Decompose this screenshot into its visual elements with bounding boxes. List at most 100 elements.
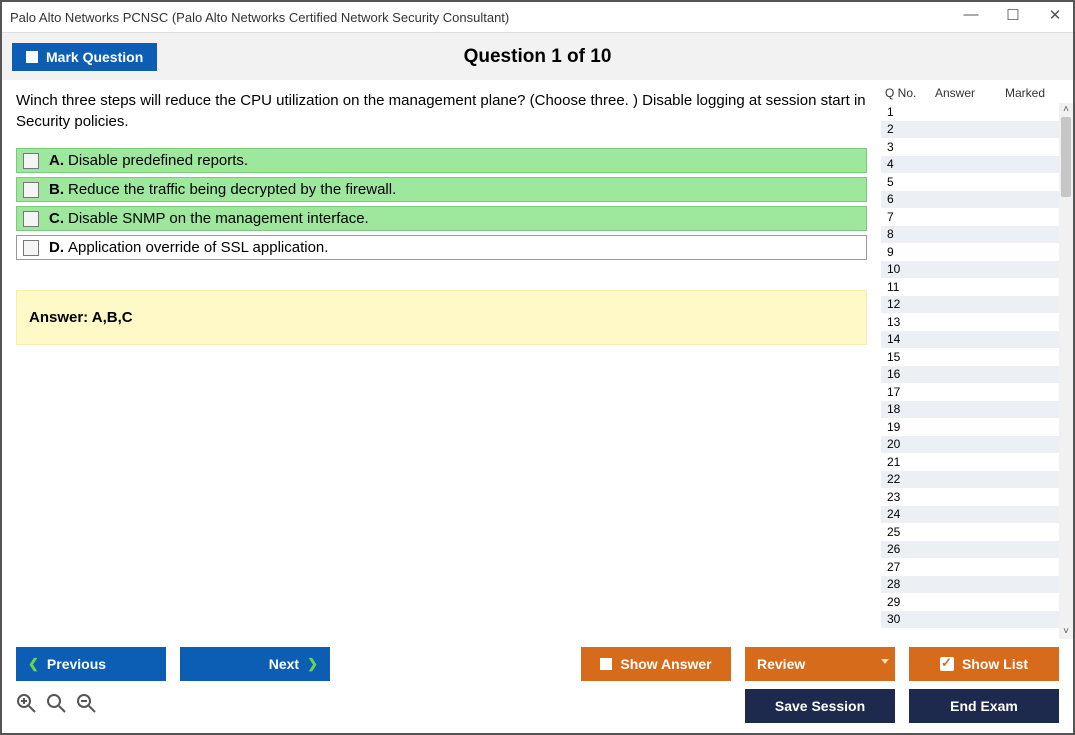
review-label: Review [757, 656, 805, 672]
qlist-row[interactable]: 2 [881, 121, 1059, 139]
zoom-controls [16, 693, 96, 719]
end-exam-button[interactable]: End Exam [909, 689, 1059, 723]
option-key: D. [49, 239, 64, 256]
mark-question-label: Mark Question [46, 49, 143, 65]
qlist-row[interactable]: 30 [881, 611, 1059, 629]
checkbox-icon[interactable] [23, 182, 39, 198]
footer: ❮ Previous Next ❯ Show Answer Review Sho… [2, 639, 1073, 733]
qlist-row[interactable]: 22 [881, 471, 1059, 489]
scroll-down-icon[interactable]: ˅ [1059, 625, 1073, 639]
window-controls: — ☐ ✕ [959, 6, 1067, 24]
qlist-row[interactable]: 11 [881, 278, 1059, 296]
window-title: Palo Alto Networks PCNSC (Palo Alto Netw… [10, 10, 509, 25]
sidebar-header: Q No. Answer Marked [881, 80, 1073, 103]
next-button[interactable]: Next ❯ [180, 647, 330, 681]
square-icon [26, 51, 38, 63]
checkbox-icon[interactable] [23, 211, 39, 227]
answer-box: Answer: A,B,C [16, 290, 867, 345]
app-window: Palo Alto Networks PCNSC (Palo Alto Netw… [0, 0, 1075, 735]
qlist-row[interactable]: 24 [881, 506, 1059, 524]
previous-label: Previous [47, 656, 106, 672]
qlist-row[interactable]: 8 [881, 226, 1059, 244]
qlist-row[interactable]: 20 [881, 436, 1059, 454]
sidebar-list: 1234567891011121314151617181920212223242… [881, 103, 1073, 639]
scroll-up-icon[interactable]: ˄ [1059, 103, 1073, 117]
chevron-right-icon: ❯ [307, 656, 318, 672]
col-marked: Marked [1005, 86, 1069, 100]
show-list-button[interactable]: Show List [909, 647, 1059, 681]
titlebar: Palo Alto Networks PCNSC (Palo Alto Netw… [2, 2, 1073, 32]
option-C[interactable]: C.Disable SNMP on the management interfa… [16, 206, 867, 231]
qlist-row[interactable]: 28 [881, 576, 1059, 594]
scroll-thumb[interactable] [1061, 117, 1071, 197]
col-qno: Q No. [885, 86, 935, 100]
previous-button[interactable]: ❮ Previous [16, 647, 166, 681]
option-B[interactable]: B.Reduce the traffic being decrypted by … [16, 177, 867, 202]
save-session-label: Save Session [775, 698, 865, 714]
qlist-row[interactable]: 26 [881, 541, 1059, 559]
qlist-row[interactable]: 21 [881, 453, 1059, 471]
options-list: A.Disable predefined reports.B.Reduce th… [16, 148, 867, 260]
col-answer: Answer [935, 86, 1005, 100]
qlist-row[interactable]: 15 [881, 348, 1059, 366]
show-answer-label: Show Answer [620, 656, 711, 672]
square-icon [600, 658, 612, 670]
qlist-row[interactable]: 14 [881, 331, 1059, 349]
show-list-label: Show List [962, 656, 1028, 672]
end-exam-label: End Exam [950, 698, 1018, 714]
qlist-row[interactable]: 12 [881, 296, 1059, 314]
qlist-row[interactable]: 9 [881, 243, 1059, 261]
chevron-down-icon [881, 659, 889, 664]
option-text: Disable SNMP on the management interface… [68, 210, 369, 227]
option-text: Reduce the traffic being decrypted by th… [68, 181, 396, 198]
qlist-row[interactable]: 29 [881, 593, 1059, 611]
question-counter: Question 1 of 10 [464, 46, 612, 68]
review-button[interactable]: Review [745, 647, 895, 681]
maximize-icon[interactable]: ☐ [1001, 6, 1025, 24]
qlist-row[interactable]: 13 [881, 313, 1059, 331]
question-panel: Winch three steps will reduce the CPU ut… [2, 80, 881, 639]
qlist-row[interactable]: 7 [881, 208, 1059, 226]
scrollbar[interactable]: ˄ ˅ [1059, 103, 1073, 639]
show-answer-button[interactable]: Show Answer [581, 647, 731, 681]
qlist-row[interactable]: 18 [881, 401, 1059, 419]
option-text: Application override of SSL application. [68, 239, 328, 256]
save-session-button[interactable]: Save Session [745, 689, 895, 723]
option-key: B. [49, 181, 64, 198]
next-label: Next [269, 656, 299, 672]
chevron-left-icon: ❮ [28, 656, 39, 672]
option-key: A. [49, 152, 64, 169]
option-A[interactable]: A.Disable predefined reports. [16, 148, 867, 173]
qlist-row[interactable]: 16 [881, 366, 1059, 384]
qlist-row[interactable]: 19 [881, 418, 1059, 436]
header-strip: Mark Question Question 1 of 10 [2, 32, 1073, 80]
qlist-row[interactable]: 25 [881, 523, 1059, 541]
check-icon [940, 657, 954, 671]
qlist-row[interactable]: 5 [881, 173, 1059, 191]
option-key: C. [49, 210, 64, 227]
question-text: Winch three steps will reduce the CPU ut… [16, 90, 867, 132]
qlist-row[interactable]: 27 [881, 558, 1059, 576]
footer-row-2: Save Session End Exam [16, 689, 1059, 723]
checkbox-icon[interactable] [23, 240, 39, 256]
option-D[interactable]: D.Application override of SSL applicatio… [16, 235, 867, 260]
qlist-row[interactable]: 10 [881, 261, 1059, 279]
qlist-row[interactable]: 1 [881, 103, 1059, 121]
answer-label: Answer: A,B,C [29, 309, 133, 326]
qlist-row[interactable]: 3 [881, 138, 1059, 156]
minimize-icon[interactable]: — [959, 6, 983, 24]
zoom-in-icon[interactable] [16, 693, 36, 719]
zoom-reset-icon[interactable] [46, 693, 66, 719]
qlist-row[interactable]: 4 [881, 156, 1059, 174]
close-icon[interactable]: ✕ [1043, 6, 1067, 24]
qlist-row[interactable]: 23 [881, 488, 1059, 506]
qlist-row[interactable]: 6 [881, 191, 1059, 209]
option-text: Disable predefined reports. [68, 152, 248, 169]
mark-question-button[interactable]: Mark Question [12, 43, 157, 71]
footer-row-1: ❮ Previous Next ❯ Show Answer Review Sho… [16, 647, 1059, 681]
qlist-row[interactable]: 17 [881, 383, 1059, 401]
checkbox-icon[interactable] [23, 153, 39, 169]
content-area: Winch three steps will reduce the CPU ut… [2, 80, 1073, 639]
question-list-sidebar: Q No. Answer Marked 12345678910111213141… [881, 80, 1073, 639]
zoom-out-icon[interactable] [76, 693, 96, 719]
